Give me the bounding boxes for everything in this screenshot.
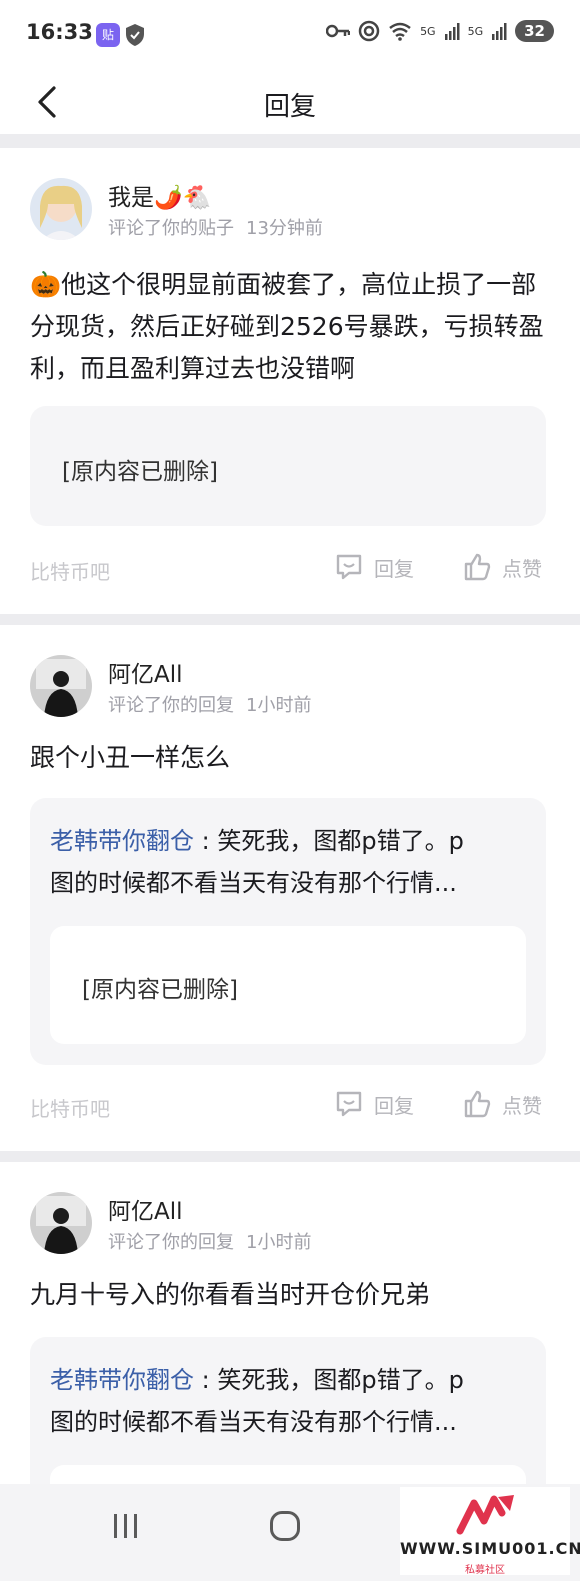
watermark-text: WWW.SIMU001.CN xyxy=(400,1539,580,1558)
network-5g-label: 5G xyxy=(420,24,436,38)
username[interactable]: 阿亿All xyxy=(108,1192,183,1226)
battery-indicator: 32 xyxy=(515,20,554,42)
reply-button[interactable]: 回复 xyxy=(334,552,414,582)
quoted-reply-line-1: 老韩带你翻仓 : 笑死我，图都p错了。p xyxy=(50,1359,520,1401)
username[interactable]: 我是🌶️🐔 xyxy=(108,178,211,212)
reply-label: 回复 xyxy=(374,1093,414,1118)
like-label: 点赞 xyxy=(502,556,542,581)
avatar[interactable] xyxy=(30,178,92,240)
reply-icon xyxy=(336,1091,362,1117)
forum-name[interactable]: 比特币吧 xyxy=(30,1093,110,1122)
notification-card[interactable]: 阿亿All 评论了你的回复 1小时前 跟个小丑一样怎么 老韩带你翻仓 : 笑死我，… xyxy=(0,625,580,1151)
signal-icon xyxy=(444,23,460,40)
status-time: 16:33 xyxy=(26,20,93,44)
reply-button[interactable]: 回复 xyxy=(334,1089,414,1119)
network-5g-label-2: 5G xyxy=(467,24,484,38)
reply-label: 回复 xyxy=(374,556,414,581)
like-label: 点赞 xyxy=(502,1093,542,1118)
quoted-reply-line-1: 老韩带你翻仓 : 笑死我，图都p错了。p xyxy=(50,820,520,862)
quote-author[interactable]: 老韩带你翻仓 xyxy=(50,827,194,855)
reply-icon xyxy=(336,554,362,580)
username[interactable]: 阿亿All xyxy=(108,655,183,689)
like-button[interactable]: 点赞 xyxy=(462,552,542,582)
action-text: 评论了你的贴子 xyxy=(108,218,234,239)
thumbs-up-icon xyxy=(464,553,491,581)
comment-meta: 评论了你的贴子 13分钟前 xyxy=(108,214,323,240)
action-text: 评论了你的回复 xyxy=(108,695,234,716)
watermark-subtext: 私募社区 xyxy=(465,1565,505,1576)
signal-icon-2 xyxy=(492,23,507,40)
quoted-reply-line-2: 图的时候都不看当天有没有那个行情... xyxy=(50,869,457,897)
deleted-content-label: [原内容已删除] xyxy=(82,977,238,1003)
notification-card[interactable]: 我是🌶️🐔 评论了你的贴子 13分钟前 🎃他这个很明显前面被套了，高位止损了一部分… xyxy=(0,148,580,614)
comment-text: 跟个小丑一样怎么 xyxy=(30,743,231,772)
timestamp: 1小时前 xyxy=(246,695,312,716)
quoted-reply-line-2: 图的时候都不看当天有没有那个行情... xyxy=(50,1408,457,1436)
home-button-icon[interactable] xyxy=(270,1511,300,1541)
hotspot-icon xyxy=(358,20,380,42)
system-icons: 5G 5G 32 xyxy=(326,20,554,42)
quote-separator: : xyxy=(194,1366,218,1394)
wifi-icon xyxy=(389,22,411,41)
quote-text: 笑死我，图都p错了。p xyxy=(217,1366,464,1394)
thumbs-up-icon xyxy=(464,1090,491,1118)
avatar[interactable] xyxy=(30,655,92,717)
comment-meta: 评论了你的回复 1小时前 xyxy=(108,691,311,717)
watermark-logo: WWW.SIMU001.CN 私募社区 xyxy=(400,1487,580,1576)
shield-icon xyxy=(126,24,144,46)
timestamp: 1小时前 xyxy=(246,1232,312,1253)
notification-card[interactable]: 阿亿All 评论了你的回复 1小时前 九月十号入的你看看当时开仓价兄弟 老韩带你翻… xyxy=(0,1162,580,1484)
deleted-content-label: [原内容已删除] xyxy=(62,459,218,485)
comment-text: 🎃他这个很明显前面被套了，高位止损了一部分现货，然后正好碰到2526号暴跌，亏损… xyxy=(30,270,544,383)
tieba-app-icon: 贴 xyxy=(96,23,120,47)
avatar[interactable] xyxy=(30,1192,92,1254)
original-content-box[interactable]: [原内容已删除] xyxy=(50,926,526,1044)
quote-separator: : xyxy=(194,827,218,855)
quoted-reply-box[interactable]: 老韩带你翻仓 : 笑死我，图都p错了。p 图的时候都不看当天有没有那个行情...… xyxy=(30,798,546,1065)
nav-bar: 回复 xyxy=(0,70,580,134)
like-button[interactable]: 点赞 xyxy=(462,1089,542,1119)
timestamp: 13分钟前 xyxy=(246,218,323,239)
card-footer: 比特币吧 回复 点赞 xyxy=(0,1087,580,1127)
logo-mark-icon xyxy=(456,1495,514,1535)
quoted-reply-box[interactable]: 老韩带你翻仓 : 笑死我，图都p错了。p 图的时候都不看当天有没有那个行情... xyxy=(30,1337,546,1484)
quote-text: 笑死我，图都p错了。p xyxy=(217,827,464,855)
card-footer: 比特币吧 回复 点赞 xyxy=(0,550,580,590)
status-bar: 16:33 贴 5G 5G 32 xyxy=(0,0,580,70)
original-content-box[interactable]: [原内容已删除] xyxy=(30,406,546,526)
original-content-box[interactable] xyxy=(50,1465,526,1484)
action-text: 评论了你的回复 xyxy=(108,1232,234,1253)
forum-name[interactable]: 比特币吧 xyxy=(30,556,110,585)
quote-author[interactable]: 老韩带你翻仓 xyxy=(50,1366,194,1394)
recent-apps-icon[interactable] xyxy=(112,1512,140,1540)
page-title: 回复 xyxy=(263,92,316,122)
comment-meta: 评论了你的回复 1小时前 xyxy=(108,1228,311,1254)
comment-text: 九月十号入的你看看当时开仓价兄弟 xyxy=(30,1280,431,1309)
key-icon xyxy=(326,24,351,38)
